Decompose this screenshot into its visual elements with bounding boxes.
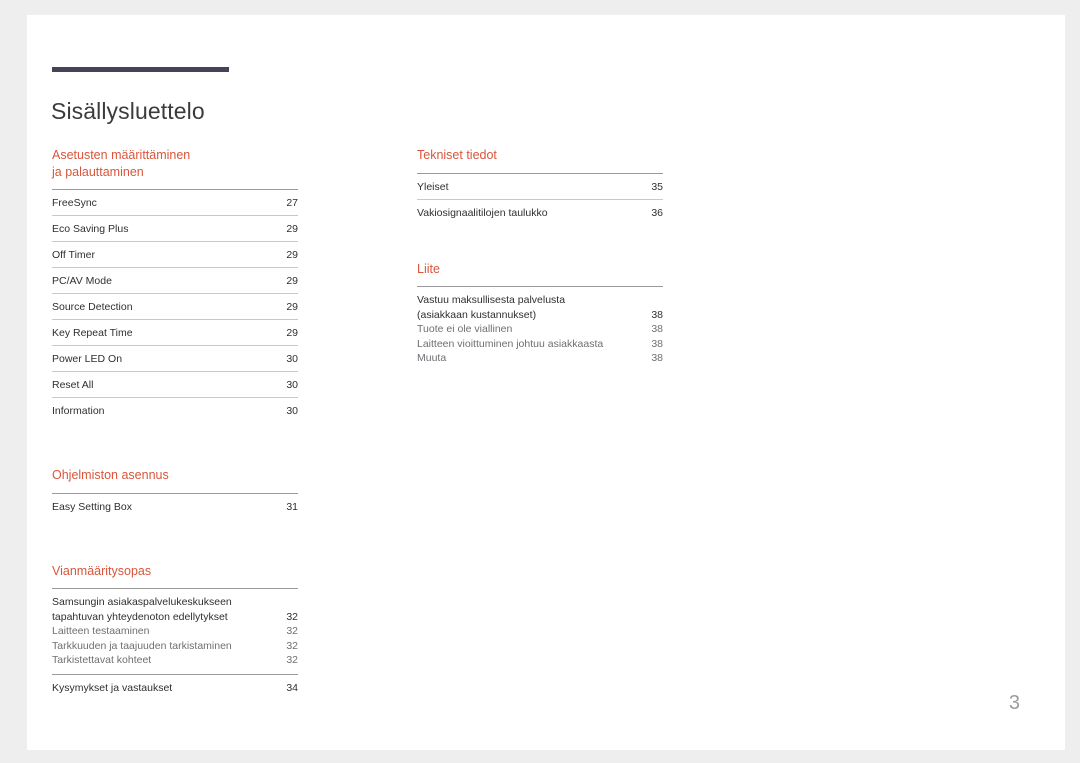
toc-section-settings: Asetusten määrittäminen ja palauttaminen… [52,147,298,423]
toc-entry-group: Samsungin asiakaspalvelukeskukseen tapah… [52,588,298,674]
toc-entry-page: 38 [651,308,663,321]
toc-entry[interactable]: Muuta 38 [417,351,663,366]
page-title: Sisällysluettelo [51,98,205,125]
toc-entry-page: 27 [286,197,298,209]
toc-entry-label: Samsungin asiakaspalvelukeskukseen [52,596,232,608]
toc-left-column: Asetusten määrittäminen ja palauttaminen… [52,147,298,695]
toc-entry[interactable]: Vakiosignaalitilojen taulukko 36 [417,200,663,225]
toc-entry-group: Yleiset 35 Vakiosignaalitilojen taulukko… [417,172,663,225]
section-heading: Liite [417,261,440,276]
toc-entry-label: Easy Setting Box [52,500,132,513]
toc-entry[interactable]: Off Timer 29 [52,242,298,268]
toc-entry-label: Yleiset [417,180,449,193]
toc-entry[interactable]: Tarkkuuden ja taajuuden tarkistaminen 32 [52,639,298,654]
toc-section-specifications: Tekniset tiedot Yleiset 35 Vakiosignaali… [417,147,663,225]
toc-entry[interactable]: Kysymykset ja vastaukset 34 [52,681,298,696]
document-page: Sisällysluettelo Asetusten määrittäminen… [27,15,1065,750]
toc-entry-page: 34 [286,681,298,694]
toc-entry[interactable]: Eco Saving Plus 29 [52,216,298,242]
toc-entry-page: 32 [286,625,298,637]
toc-entry-page: 30 [286,379,298,391]
toc-entry-page: 35 [651,180,663,193]
toc-entry-label: Vastuu maksullisesta palvelusta [417,294,566,306]
page-number: 3 [1008,692,1020,714]
toc-entry[interactable]: tapahtuvan yhteydenoton edellytykset 32 [52,610,298,625]
toc-entry-label: Power LED On [52,353,123,365]
toc-entry-page: 29 [286,223,298,235]
toc-entry-label: Reset All [52,379,94,391]
toc-entry-label: Laitteen testaaminen [52,625,150,637]
toc-entry-page: 30 [286,353,298,365]
toc-entry[interactable]: PC/AV Mode 29 [52,268,298,294]
toc-entry-label: Eco Saving Plus [52,223,129,235]
section-heading: Asetusten määrittäminen ja palauttaminen [52,148,191,179]
toc-entry-page: 38 [651,337,663,350]
toc-entry[interactable]: Laitteen vioittuminen johtuu asiakkaasta… [417,337,663,352]
section-heading: Ohjelmiston asennus [52,468,169,482]
toc-entry-label: Off Timer [52,249,95,261]
toc-section-appendix: Liite Vastuu maksullisesta palvelusta (a… [417,261,663,366]
title-accent-bar [52,67,229,72]
toc-entry[interactable]: (asiakkaan kustannukset) 38 [417,308,663,323]
toc-entry-label: Tarkistettavat kohteet [52,654,152,666]
toc-entry-page: 36 [651,206,663,219]
toc-entry-label: Kysymykset ja vastaukset [52,681,173,694]
toc-entry[interactable]: Easy Setting Box 31 [52,494,298,519]
toc-section-troubleshooting: Vianmääritysopas Samsungin asiakaspalvel… [52,563,298,696]
toc-entry-page: 29 [286,327,298,339]
toc-entry-page: 30 [286,405,298,417]
toc-entry-page: 29 [286,301,298,313]
toc-entry[interactable]: Laitteen testaaminen 32 [52,624,298,639]
toc-entry[interactable]: Source Detection 29 [52,294,298,320]
toc-entry-group: Vastuu maksullisesta palvelusta (asiakka… [417,286,663,366]
toc-entry-label: Muuta [417,352,447,364]
toc-section-software-install: Ohjelmiston asennus Easy Setting Box 31 [52,467,298,519]
toc-entry[interactable]: FreeSync 27 [52,190,298,216]
toc-entry-group: Kysymykset ja vastaukset 34 [52,673,298,696]
toc-entry-label: Tarkkuuden ja taajuuden tarkistaminen [52,639,232,652]
toc-entry[interactable]: Reset All 30 [52,372,298,398]
toc-entry-label: Vakiosignaalitilojen taulukko [417,206,548,219]
toc-entry-label: FreeSync [52,197,97,209]
toc-entry-label: Tuote ei ole viallinen [417,323,513,335]
toc-entry-page: 38 [651,323,663,335]
toc-entry[interactable]: Information 30 [52,398,298,423]
toc-entry[interactable]: Key Repeat Time 29 [52,320,298,346]
toc-entry-page: 31 [286,500,298,513]
toc-entry-label: (asiakkaan kustannukset) [417,308,537,321]
toc-right-column: Tekniset tiedot Yleiset 35 Vakiosignaali… [417,147,663,366]
toc-entry-label: Source Detection [52,301,133,313]
toc-entry[interactable]: Yleiset 35 [417,174,663,200]
toc-entry-page: 38 [651,352,663,364]
toc-entry-label: Laitteen vioittuminen johtuu asiakkaasta [417,337,604,350]
section-heading: Tekniset tiedot [417,148,497,162]
toc-entry[interactable]: Tuote ei ole viallinen 38 [417,322,663,337]
toc-entry-label: tapahtuvan yhteydenoton edellytykset [52,610,228,623]
toc-entry[interactable]: Tarkistettavat kohteet 32 [52,653,298,668]
toc-entry-page: 32 [286,610,298,623]
toc-entry-page: 29 [286,275,298,287]
toc-entry[interactable]: Power LED On 30 [52,346,298,372]
toc-entry-label: Information [52,405,105,417]
section-heading: Vianmääritysopas [52,563,152,578]
toc-entry-label: Key Repeat Time [52,327,133,339]
toc-entry[interactable]: Samsungin asiakaspalvelukeskukseen [52,595,298,610]
toc-entry[interactable]: Vastuu maksullisesta palvelusta [417,293,663,308]
toc-entry-label: PC/AV Mode [52,275,112,287]
toc-entry-page: 32 [286,639,298,652]
toc-entry-group: FreeSync 27 Eco Saving Plus 29 Off Timer… [52,189,298,423]
toc-entry-page: 29 [286,249,298,261]
toc-entry-page: 32 [286,654,298,666]
toc-entry-group: Easy Setting Box 31 [52,492,298,519]
